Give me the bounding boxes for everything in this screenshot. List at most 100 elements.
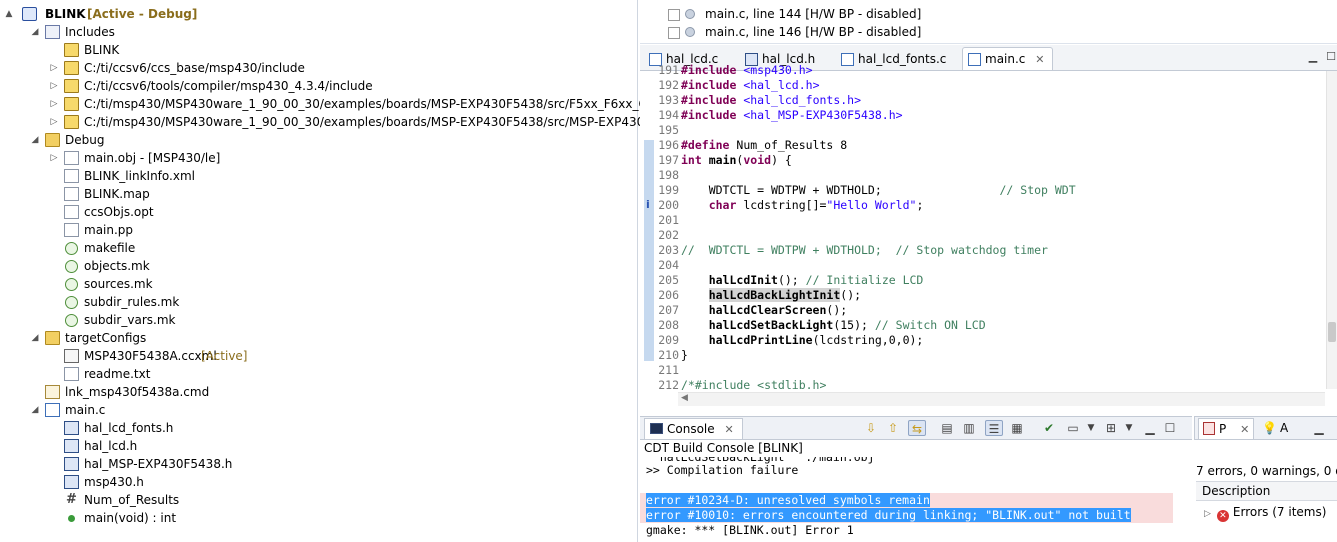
code-line: 203// WDTCTL = WDTPW + WDTHOLD; // Stop … <box>658 243 1048 257</box>
collapse-arrow-icon[interactable]: ◢ <box>30 329 40 347</box>
pin-console-icon[interactable]: ✔ <box>1040 420 1058 436</box>
breakpoint-label[interactable]: main.c, line 146 [H/W BP - disabled] <box>705 23 921 41</box>
next-error-icon[interactable]: ⇩ <box>862 420 880 436</box>
tree-label: hal_MSP-EXP430F5438.h <box>84 457 233 471</box>
minimize-icon[interactable]: ▁ <box>1306 50 1320 64</box>
expand-arrow-icon[interactable]: ▷ <box>1204 509 1211 519</box>
code-line: 199 WDTCTL = WDTPW + WDTHOLD; // Stop WD… <box>658 183 1076 197</box>
makefile-icon <box>65 296 78 309</box>
error-icon: ✕ <box>1216 510 1229 522</box>
minimize-icon[interactable]: ▁ <box>1141 420 1159 436</box>
tree-label: Debug <box>65 133 105 147</box>
tree-label: objects.mk <box>84 259 150 273</box>
breakpoint-label[interactable]: main.c, line 144 [H/W BP - disabled] <box>705 5 921 23</box>
open-console-icon[interactable]: ⊞ <box>1102 420 1120 436</box>
tree-label: targetConfigs <box>65 331 147 345</box>
text-file-icon <box>64 367 79 381</box>
code-line: 202 <box>658 228 679 242</box>
problems-error-group[interactable]: ▷ ✕ Errors (7 items) <box>1204 503 1327 522</box>
tree-label: main.c <box>65 403 106 417</box>
include-header-icon <box>64 457 79 471</box>
copy-build-log-icon[interactable]: ▦ <box>1008 420 1026 436</box>
tab-label: A <box>1280 421 1289 435</box>
tab-console[interactable]: Console ✕ <box>644 418 743 439</box>
chevron-down-icon[interactable]: ▼ <box>1082 420 1100 436</box>
tree-label: subdir_rules.mk <box>84 295 180 309</box>
tree-label: main(void) : int <box>84 511 177 525</box>
expand-arrow-icon[interactable]: ▷ <box>49 95 59 113</box>
close-icon[interactable]: ✕ <box>1240 423 1249 436</box>
console-error-line: error #10010: errors encountered during … <box>646 508 1131 523</box>
file-icon <box>64 205 79 219</box>
file-icon <box>64 223 79 237</box>
project-status: [Active - Debug] <box>87 7 198 21</box>
tab-hal-lcd-fonts-c[interactable]: hal_lcd_fonts.c <box>836 48 954 71</box>
code-line: 198 <box>658 168 679 182</box>
include-folder-icon <box>64 61 79 75</box>
tree-label: lnk_msp430f5438a.cmd <box>65 385 210 399</box>
code-line: 211 <box>658 363 679 377</box>
selected-text: error #10234-D: unresolved symbols remai… <box>646 493 930 507</box>
info-marker-icon: i <box>646 198 650 211</box>
maximize-icon[interactable]: ☐ <box>1161 420 1179 436</box>
scroll-left-icon[interactable]: ◀ <box>681 393 688 403</box>
collapse-arrow-icon[interactable]: ▲ <box>4 5 14 23</box>
maximize-icon[interactable]: ☐ <box>1324 50 1337 64</box>
link-with-editor-icon[interactable]: ⇆ <box>908 420 926 436</box>
console-icon <box>650 423 663 434</box>
tree-label: C:/ti/ccsv6/tools/compiler/msp430_4.3.4/… <box>84 79 373 93</box>
display-console-icon[interactable]: ▭ <box>1064 420 1082 436</box>
linker-cmd-icon <box>45 385 60 399</box>
expand-arrow-icon[interactable]: ▷ <box>49 113 59 131</box>
tree-label: C:/ti/msp430/MSP430ware_1_90_00_30/examp… <box>84 97 690 111</box>
c-file-icon <box>45 403 60 417</box>
folder-icon <box>45 133 60 147</box>
tab-problems[interactable]: P ✕ <box>1198 418 1254 439</box>
expand-arrow-icon[interactable]: ▷ <box>49 59 59 77</box>
collapse-arrow-icon[interactable]: ◢ <box>30 401 40 419</box>
code-line: 205 halLcdInit(); // Initialize LCD <box>658 273 924 287</box>
breakpoint-checkbox[interactable] <box>668 27 680 39</box>
collapse-arrow-icon[interactable]: ◢ <box>30 131 40 149</box>
scroll-lock-icon[interactable]: ▥ <box>960 420 978 436</box>
column-header-description[interactable]: Description <box>1196 481 1337 501</box>
include-folder-icon <box>64 115 79 129</box>
c-file-icon <box>968 53 981 66</box>
code-line: 201 <box>658 213 679 227</box>
previous-error-icon[interactable]: ⇧ <box>884 420 902 436</box>
tree-label: hal_lcd_fonts.h <box>84 421 174 435</box>
tab-advice[interactable]: 💡 A <box>1262 418 1288 439</box>
code-line: 204 <box>658 258 679 272</box>
expand-arrow-icon[interactable]: ▷ <box>49 149 59 167</box>
tree-label: Errors (7 items) <box>1232 505 1327 519</box>
clear-console-icon[interactable]: ▤ <box>938 420 956 436</box>
console-line: >> Compilation failure <box>646 463 799 477</box>
word-wrap-icon[interactable]: ☰ <box>985 420 1003 436</box>
project-name: BLINK <box>45 7 86 21</box>
c-file-icon <box>841 53 854 66</box>
editor-horizontal-scrollbar[interactable] <box>678 392 1325 406</box>
include-header-icon <box>64 439 79 453</box>
close-icon[interactable]: ✕ <box>724 423 733 436</box>
collapse-arrow-icon[interactable]: ◢ <box>30 23 40 41</box>
code-line: 196 #define Num_of_Results 8 <box>658 138 848 152</box>
code-line: 193 #include <hal_lcd_fonts.h> <box>658 93 862 107</box>
tree-label: BLINK_linkInfo.xml <box>84 169 195 183</box>
close-icon[interactable]: ✕ <box>1035 53 1044 66</box>
makefile-icon <box>65 278 78 291</box>
tree-label: main.pp <box>84 223 134 237</box>
breakpoint-checkbox[interactable] <box>668 9 680 21</box>
tab-main-c[interactable]: main.c ✕ <box>962 47 1054 70</box>
object-file-icon <box>64 151 79 165</box>
expand-arrow-icon[interactable]: ▷ <box>49 77 59 95</box>
tree-label: BLINK <box>84 43 120 57</box>
code-line: 200 char lcdstring[]="Hello World"; <box>658 198 924 212</box>
function-dot-icon <box>68 515 75 522</box>
minimize-icon[interactable]: ▁ <box>1310 420 1328 436</box>
scrollbar-thumb[interactable] <box>1328 322 1336 342</box>
target-config-icon <box>64 349 79 363</box>
include-header-icon <box>64 421 79 435</box>
chevron-down-icon[interactable]: ▼ <box>1120 420 1138 436</box>
tree-label: hal_lcd.h <box>84 439 138 453</box>
includes-icon <box>45 25 60 39</box>
